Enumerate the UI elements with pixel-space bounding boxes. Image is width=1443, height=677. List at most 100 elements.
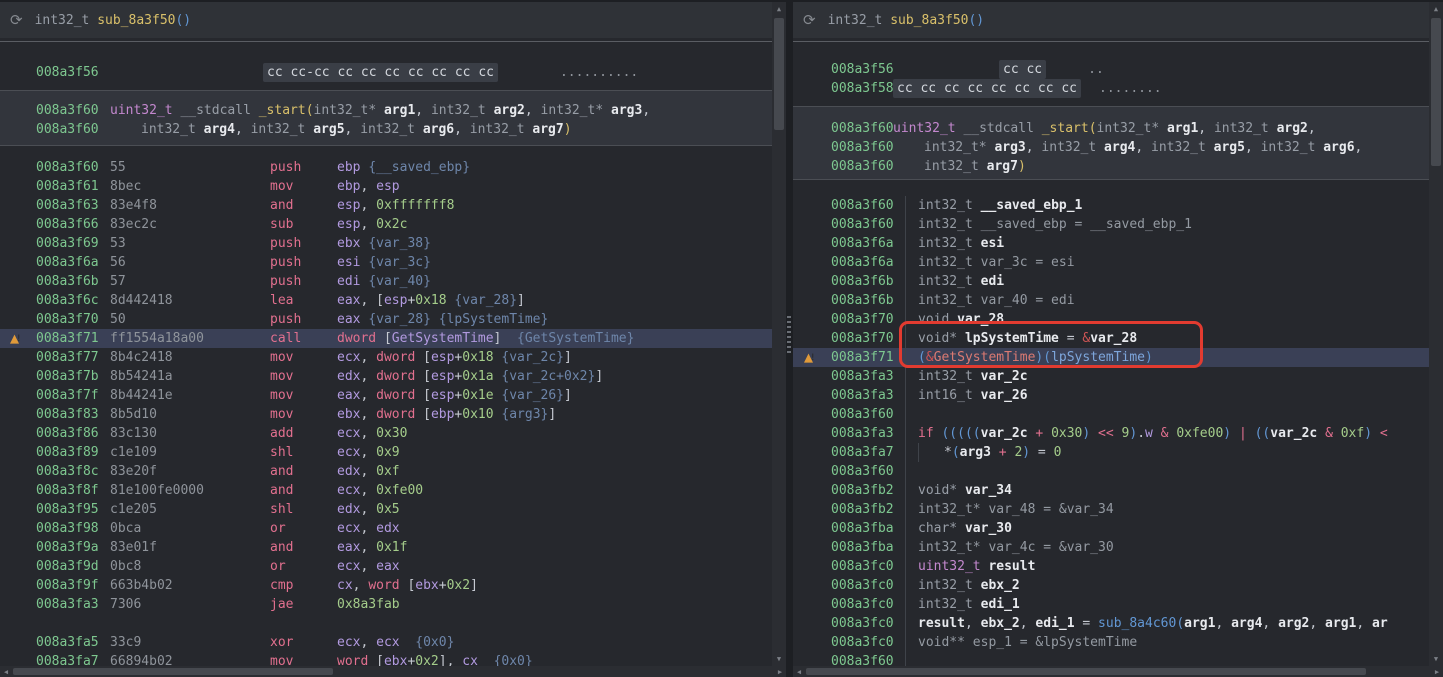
- pane-splitter[interactable]: [786, 2, 793, 666]
- instruction-bytes: 0bca: [110, 519, 270, 538]
- hlil-row[interactable]: 008a3f6bint32_t var_40 = edi: [793, 291, 1429, 310]
- asm-row[interactable]: 008a3f7050pusheax {var_28} {lpSystemTime…: [0, 310, 772, 329]
- asm-row[interactable]: ▲!008a3f71ff1554a18a00calldword [GetSyst…: [0, 329, 772, 348]
- asm-row[interactable]: 008a3f8c83e20fandedx, 0xf: [0, 462, 772, 481]
- asm-row[interactable]: [0, 614, 772, 633]
- mnemonic: shl: [270, 443, 337, 462]
- scroll-down-arrow[interactable]: ▼: [772, 652, 786, 666]
- splitter-handle-icon[interactable]: [787, 316, 791, 354]
- hlil-row[interactable]: 008a3fa3if (((((var_2c + 0x30) << 9).w &…: [793, 424, 1429, 443]
- left-horizontal-scrollbar[interactable]: ◀ ▶: [0, 666, 786, 677]
- scroll-right-arrow[interactable]: ▶: [774, 666, 786, 677]
- asm-row[interactable]: 008a3f6383e4f8andesp, 0xfffffff8: [0, 196, 772, 215]
- asm-row[interactable]: 008a3f6683ec2csubesp, 0x2c: [0, 215, 772, 234]
- hlil-row[interactable]: 008a3f6bint32_t edi: [793, 272, 1429, 291]
- code-token: ebx_2: [981, 576, 1020, 595]
- hex-row[interactable]: 008a3f58cc cc cc cc cc cc cc cc........: [793, 79, 1429, 98]
- hlil-row[interactable]: 008a3f70void var_28: [793, 310, 1429, 329]
- left-hscroll-thumb[interactable]: [13, 668, 333, 675]
- signature-row[interactable]: 008a3f60uint32_t __stdcall _start(int32_…: [793, 119, 1429, 138]
- right-vertical-scrollbar[interactable]: ▲ ▼: [1429, 2, 1443, 666]
- hlil-row[interactable]: 008a3fa3int16_t var_26: [793, 386, 1429, 405]
- hlil-row[interactable]: 008a3fc0result, ebx_2, edi_1 = sub_8a4c6…: [793, 614, 1429, 633]
- code-token: arg3: [994, 138, 1025, 157]
- address: 008a3f6b: [831, 291, 905, 310]
- hlil-row[interactable]: 008a3fc0uint32_t result: [793, 557, 1429, 576]
- instruction-bytes: 8d442418: [110, 291, 270, 310]
- left-vscroll-thumb[interactable]: [774, 18, 784, 130]
- hlil-row[interactable]: 008a3fb2int32_t* var_48 = &var_34: [793, 500, 1429, 519]
- refresh-icon[interactable]: ⟳: [10, 11, 23, 29]
- asm-row[interactable]: 008a3f6b57pushedi {var_40}: [0, 272, 772, 291]
- hlil-row[interactable]: 008a3f60int32_t __saved_ebp_1: [793, 196, 1429, 215]
- asm-row[interactable]: 008a3fa766894b02movword [ebx+0x2], cx {0…: [0, 652, 772, 666]
- asm-row[interactable]: 008a3f618becmovebp, esp: [0, 177, 772, 196]
- asm-row[interactable]: 008a3f95c1e205shledx, 0x5: [0, 500, 772, 519]
- signature-row[interactable]: 008a3f60int32_t* arg3, int32_t arg4, int…: [793, 138, 1429, 157]
- hlil-row[interactable]: 008a3f6aint32_t esi: [793, 234, 1429, 253]
- disassembly-pane-header[interactable]: ⟳ int32_t sub_8a3f50 (): [0, 2, 772, 38]
- hlil-row[interactable]: 008a3fa3int32_t var_2c: [793, 367, 1429, 386]
- row-gutter: [793, 291, 831, 310]
- hlil-row[interactable]: 008a3fb2void* var_34: [793, 481, 1429, 500]
- code-token: [1169, 424, 1177, 443]
- refresh-icon[interactable]: ⟳: [803, 11, 816, 29]
- code-token: ,: [353, 576, 369, 595]
- row-gutter: [793, 119, 831, 138]
- hlil-row[interactable]: 008a3fc0int32_t ebx_2: [793, 576, 1429, 595]
- asm-row[interactable]: 008a3f6055pushebp {__saved_ebp}: [0, 158, 772, 177]
- asm-row[interactable]: 008a3f7b8b54241amovedx, dword [esp+0x1a …: [0, 367, 772, 386]
- asm-row[interactable]: 008a3f778b4c2418movecx, dword [esp+0x18 …: [0, 348, 772, 367]
- hex-row[interactable]: 008a3f56cc cc..: [793, 60, 1429, 79]
- right-hscroll-thumb[interactable]: [806, 668, 1366, 675]
- decompiler-pane-header[interactable]: ⟳ int32_t sub_8a3f50 (): [793, 2, 1429, 38]
- code-token: [973, 272, 981, 291]
- asm-row[interactable]: 008a3f6953pushebx {var_38}: [0, 234, 772, 253]
- scroll-right-arrow[interactable]: ▶: [1431, 666, 1443, 677]
- asm-row[interactable]: 008a3f838b5d10movebx, dword [ebp+0x10 {a…: [0, 405, 772, 424]
- scroll-up-arrow[interactable]: ▲: [1429, 2, 1443, 16]
- asm-row[interactable]: 008a3f7f8b44241emoveax, dword [esp+0x1e …: [0, 386, 772, 405]
- address: 008a3f89: [36, 443, 110, 462]
- asm-row[interactable]: 008a3f8683c130addecx, 0x30: [0, 424, 772, 443]
- right-vscroll-thumb[interactable]: [1431, 18, 1441, 166]
- right-horizontal-scrollbar[interactable]: ◀ ▶: [793, 666, 1443, 677]
- hlil-row[interactable]: 008a3fbaint32_t* var_4c = &var_30: [793, 538, 1429, 557]
- hlil-row[interactable]: 008a3f60: [793, 462, 1429, 481]
- asm-row[interactable]: 008a3f9f663b4b02cmpcx, word [ebx+0x2]: [0, 576, 772, 595]
- code-token: eax: [337, 386, 360, 405]
- code-token: =: [1075, 614, 1098, 633]
- asm-row[interactable]: 008a3f6c8d442418leaeax, [esp+0x18 {var_2…: [0, 291, 772, 310]
- left-vertical-scrollbar[interactable]: ▲ ▼: [772, 2, 786, 666]
- hlil-row[interactable]: 008a3fbachar* var_30: [793, 519, 1429, 538]
- code-token: (((((: [941, 424, 980, 443]
- scroll-left-arrow[interactable]: ◀: [793, 666, 805, 677]
- hlil-row[interactable]: 008a3fa7*(arg3 + 2) = 0: [793, 443, 1429, 462]
- hlil-row[interactable]: 008a3f6aint32_t var_3c = esi: [793, 253, 1429, 272]
- hlil-row[interactable]: 008a3fc0int32_t edi_1: [793, 595, 1429, 614]
- signature-row[interactable]: 008a3f60int32_t arg7): [793, 157, 1429, 176]
- asm-row[interactable]: 008a3f6a56pushesi {var_3c}: [0, 253, 772, 272]
- code-token: ,: [360, 177, 376, 196]
- asm-row[interactable]: 008a3f980bcaorecx, edx: [0, 519, 772, 538]
- header-parens: (): [175, 13, 191, 28]
- asm-row[interactable]: 008a3f9a83e01fandeax, 0x1f: [0, 538, 772, 557]
- signature-row[interactable]: 008a3f60uint32_t __stdcall _start(int32_…: [0, 101, 772, 120]
- signature-row[interactable]: 008a3f60int32_t arg4, int32_t arg5, int3…: [0, 120, 772, 139]
- hlil-row[interactable]: ▲!008a3f71(&GetSystemTime)(lpSystemTime): [793, 348, 1429, 367]
- scroll-down-arrow[interactable]: ▼: [1429, 652, 1443, 666]
- hlil-row[interactable]: 008a3f60: [793, 405, 1429, 424]
- asm-row[interactable]: 008a3f8f81e100fe0000andecx, 0xfe00: [0, 481, 772, 500]
- asm-row[interactable]: 008a3f9d0bc8orecx, eax: [0, 557, 772, 576]
- asm-row[interactable]: 008a3f89c1e109shlecx, 0x9: [0, 443, 772, 462]
- hex-row[interactable]: 008a3f56cc cc-cc cc cc cc cc cc cc cc...…: [0, 63, 772, 82]
- scroll-left-arrow[interactable]: ◀: [0, 666, 12, 677]
- asm-row[interactable]: 008a3fa37306jae0x8a3fab: [0, 595, 772, 614]
- scroll-up-arrow[interactable]: ▲: [772, 2, 786, 16]
- hlil-row[interactable]: 008a3f60int32_t __saved_ebp = __saved_eb…: [793, 215, 1429, 234]
- hlil-row[interactable]: 008a3f60: [793, 652, 1429, 666]
- asm-row[interactable]: 008a3fa533c9xorecx, ecx {0x0}: [0, 633, 772, 652]
- code-token: int32_t __saved_ebp = __saved_ebp_1: [918, 215, 1192, 234]
- hlil-row[interactable]: 008a3f70void* lpSystemTime = &var_28: [793, 329, 1429, 348]
- hlil-row[interactable]: 008a3fc0void** esp_1 = &lpSystemTime: [793, 633, 1429, 652]
